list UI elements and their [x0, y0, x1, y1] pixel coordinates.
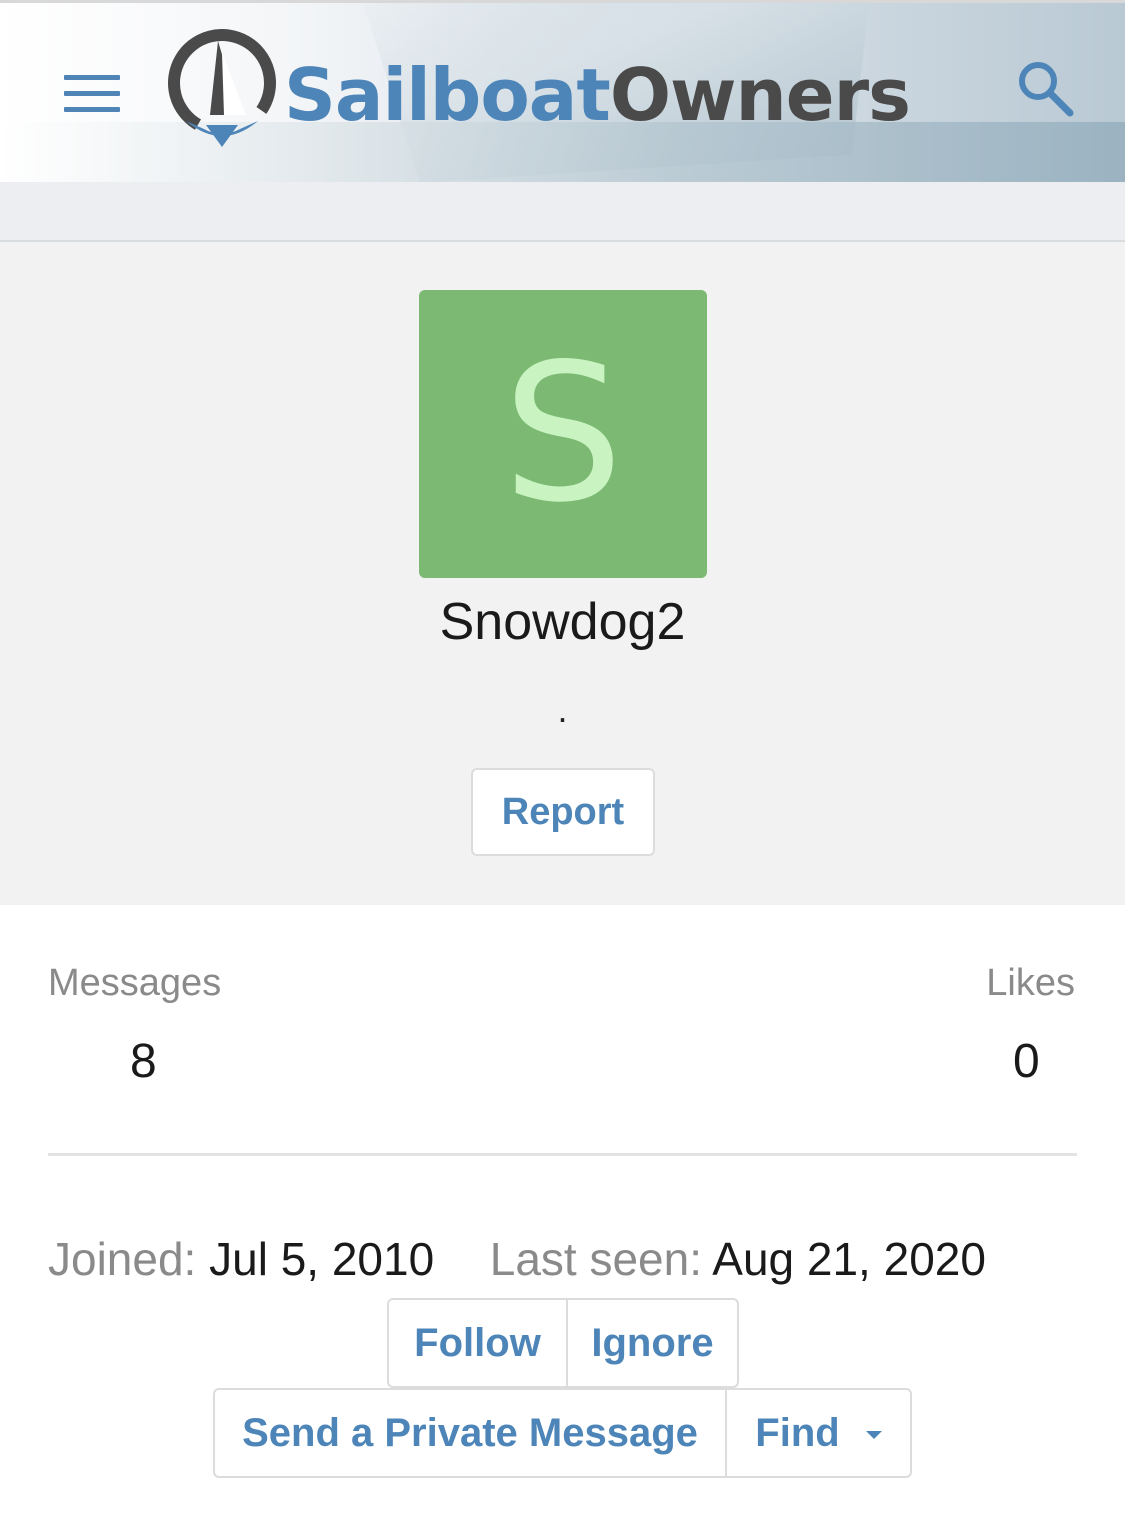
likes-label: Likes	[986, 962, 1075, 1004]
caret-down-icon	[865, 1431, 882, 1439]
likes-count[interactable]: 0	[1013, 1034, 1040, 1089]
search-icon[interactable]	[1016, 59, 1076, 119]
sub-navigation-bar	[0, 182, 1125, 242]
joined-date: Jul 5, 2010	[209, 1233, 435, 1285]
site-logo[interactable]: SailboatOwners	[166, 29, 911, 149]
site-header: SailboatOwners	[0, 3, 1125, 182]
follow-button[interactable]: Follow	[389, 1300, 566, 1386]
find-dropdown-button[interactable]: Find	[725, 1390, 910, 1476]
avatar-letter: S	[502, 323, 624, 544]
logo-wordmark: SailboatOwners	[284, 53, 911, 137]
member-dates: Joined: Jul 5, 2010 Last seen: Aug 21, 2…	[48, 1232, 986, 1286]
hamburger-menu-icon[interactable]	[64, 75, 122, 117]
logo-text-sailboat: Sailboat	[284, 53, 611, 137]
username: Snowdog2	[439, 593, 686, 651]
report-button[interactable]: Report	[471, 768, 655, 856]
member-header: S Snowdog2 . Report	[0, 242, 1125, 905]
find-label: Find	[755, 1410, 840, 1455]
message-find-group: Send a Private Message Find	[213, 1388, 912, 1478]
send-private-message-button[interactable]: Send a Private Message	[215, 1390, 725, 1476]
messages-label: Messages	[48, 962, 222, 1004]
messages-count[interactable]: 8	[130, 1034, 157, 1089]
last-seen-date: Aug 21, 2020	[712, 1233, 986, 1285]
last-seen-label: Last seen:	[489, 1233, 703, 1285]
follow-ignore-group: Follow Ignore	[387, 1298, 739, 1388]
user-title: .	[557, 689, 568, 730]
sailboat-logo-icon	[168, 29, 276, 147]
logo-text-owners: Owners	[609, 53, 911, 137]
joined-label: Joined:	[48, 1233, 197, 1285]
divider	[48, 1153, 1077, 1156]
ignore-button[interactable]: Ignore	[566, 1300, 737, 1386]
avatar[interactable]: S	[419, 290, 707, 578]
